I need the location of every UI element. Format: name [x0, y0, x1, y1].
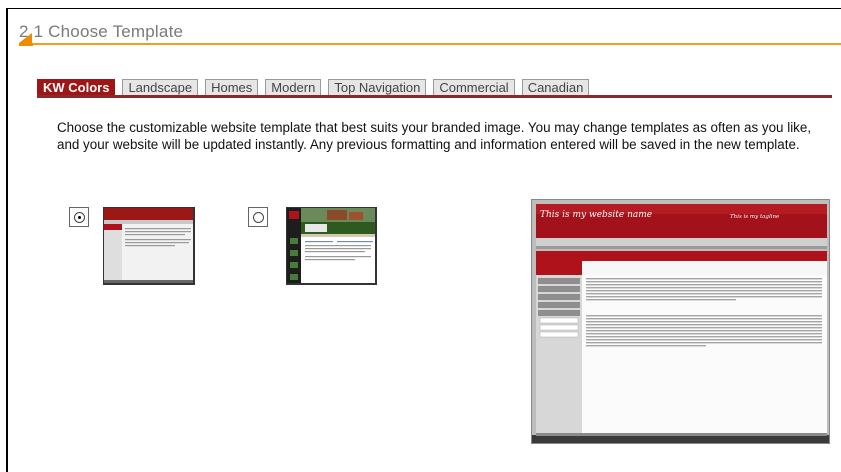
template-preview-image	[532, 200, 829, 443]
tab-homes[interactable]: Homes	[205, 79, 259, 96]
template-red-thumbnail-image	[104, 208, 193, 283]
preview-site-name: This is my website name	[540, 210, 653, 220]
template-1-radio[interactable]	[69, 207, 89, 227]
radio-ring-icon	[74, 212, 85, 223]
tab-modern[interactable]: Modern	[265, 79, 322, 96]
template-red-thumbnail[interactable]	[103, 207, 195, 285]
tab-commercial[interactable]: Commercial	[433, 79, 515, 96]
preview-tagline: This is my tagline	[730, 214, 780, 220]
title-marker-icon	[19, 33, 32, 43]
tab-kw-colors[interactable]: KW Colors	[37, 79, 116, 96]
radio-selected-dot-icon	[78, 216, 81, 219]
tab-landscape[interactable]: Landscape	[122, 79, 199, 96]
section-title: 2.1 Choose Template	[19, 22, 184, 41]
template-homes-thumbnail-image	[287, 208, 375, 283]
tab-canadian[interactable]: Canadian	[521, 79, 590, 96]
template-description: Choose the customizable website template…	[57, 120, 812, 152]
title-underline	[33, 43, 841, 45]
template-tabs: KW Colors Landscape Homes Modern Top Nav…	[37, 79, 590, 96]
template-homes-thumbnail[interactable]	[286, 207, 377, 285]
tab-top-navigation[interactable]: Top Navigation	[328, 79, 427, 96]
title-underline-accent	[19, 43, 33, 46]
template-2-radio[interactable]	[248, 207, 268, 227]
radio-ring-icon	[253, 212, 264, 223]
tab-baseline	[37, 95, 832, 98]
template-preview: This is my website name This is my tagli…	[531, 199, 830, 444]
